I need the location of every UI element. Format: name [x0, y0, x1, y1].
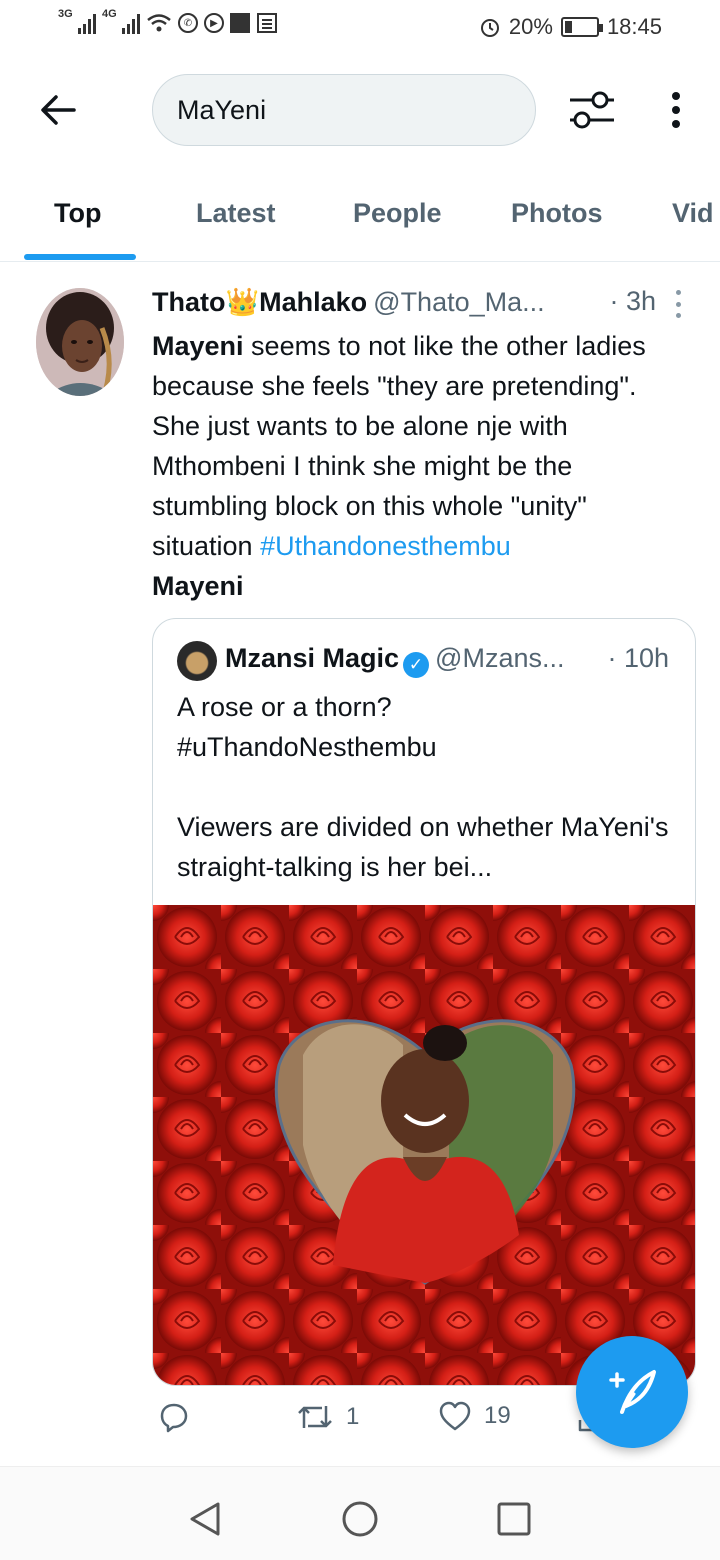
tweet-header: Thato👑Mahlako @Thato_Ma... · 3h [152, 286, 672, 326]
dot-icon [672, 120, 680, 128]
like-count: 19 [484, 1402, 511, 1429]
wifi-icon [147, 14, 171, 32]
quoted-author-handle: @Mzans... [435, 643, 565, 673]
tab-latest[interactable]: Latest [196, 198, 276, 229]
quoted-tweet-header: Mzansi Magic ✓ @Mzans... · 10h [225, 643, 685, 678]
arrow-left-icon [41, 95, 76, 125]
roses-heart-photo [153, 905, 695, 1385]
quoted-avatar [177, 641, 217, 681]
compose-tweet-button[interactable] [576, 1336, 688, 1448]
play-icon: ▶ [204, 13, 224, 33]
retweet-icon [298, 1406, 332, 1428]
alarm-icon [480, 19, 499, 37]
app-icon [230, 13, 250, 33]
tweet-time: · 3h [609, 286, 656, 316]
retweet-count: 1 [346, 1403, 360, 1430]
crown-emoji: 👑 [225, 287, 260, 317]
dot-icon [676, 313, 681, 318]
retweet-button[interactable]: 1 [296, 1400, 359, 1434]
active-tab-indicator [24, 254, 136, 260]
reply-button[interactable] [156, 1400, 202, 1434]
signal-icon: 4G [102, 8, 140, 34]
nav-recents-button[interactable] [494, 1499, 534, 1539]
triangle-back-icon [190, 1502, 220, 1536]
circle-home-icon [342, 1501, 378, 1537]
system-nav-bar [0, 1466, 720, 1560]
verified-badge-icon: ✓ [403, 652, 430, 678]
clock: 18:45 [606, 14, 662, 39]
dot-icon [676, 301, 681, 307]
quoted-author-name: Mzansi Magic [225, 643, 400, 673]
quoted-tweet-time: · 10h [607, 643, 669, 673]
tab-videos[interactable]: Vid [672, 198, 714, 229]
status-bar: 3G 4G ✆ ▶ 20% 18:45 [0, 0, 720, 56]
back-button[interactable] [36, 88, 80, 132]
reply-icon [160, 1403, 188, 1433]
whatsapp-icon: ✆ [178, 13, 198, 33]
highlighted-term: Mayeni [152, 571, 244, 601]
quoted-tweet-image[interactable] [153, 905, 695, 1385]
tweet-author-name[interactable]: Thato👑Mahlako [152, 287, 367, 317]
search-bar[interactable] [152, 74, 536, 146]
square-recents-icon [497, 1502, 531, 1536]
tweet-text: Mayeni seems to not like the other ladie… [152, 331, 646, 601]
tab-top[interactable]: Top [54, 198, 101, 229]
quoted-tweet[interactable]: Mzansi Magic ✓ @Mzans... · 10h A rose or a… [152, 618, 696, 1386]
status-left: 3G 4G ✆ ▶ [58, 8, 278, 34]
tweet-more-button[interactable] [676, 290, 686, 318]
nav-back-button[interactable] [186, 1499, 226, 1539]
signal-icon: 3G [58, 8, 96, 34]
dot-icon [676, 290, 681, 295]
like-button[interactable]: 19 [438, 1400, 511, 1432]
avatar[interactable] [36, 288, 124, 396]
news-icon [257, 13, 277, 33]
search-filter-button[interactable] [566, 88, 618, 132]
heart-icon [439, 1401, 471, 1431]
highlighted-term: Mayeni [152, 331, 244, 361]
nav-home-button[interactable] [340, 1499, 380, 1539]
tab-photos[interactable]: Photos [511, 198, 603, 229]
search-input[interactable] [177, 94, 507, 126]
battery-percent: 20% [508, 14, 553, 39]
dot-icon [672, 106, 680, 114]
tab-people[interactable]: People [353, 198, 442, 229]
dot-icon [672, 92, 680, 100]
tweet-author-handle[interactable]: @Thato_Ma... [373, 287, 544, 317]
status-right: 20% 18:45 [479, 14, 662, 40]
quoted-tweet-text: A rose or a thorn? #uThandoNesthembu Vie… [177, 692, 669, 882]
profile-photo [36, 288, 124, 396]
sliders-icon [570, 91, 614, 129]
search-tabs: Top Latest People Photos Vid [0, 180, 720, 262]
hashtag-link[interactable]: #Uthandonesthembu [260, 531, 511, 561]
feather-plus-icon [609, 1370, 656, 1414]
battery-icon [560, 17, 603, 37]
overflow-menu-button[interactable] [660, 88, 692, 132]
